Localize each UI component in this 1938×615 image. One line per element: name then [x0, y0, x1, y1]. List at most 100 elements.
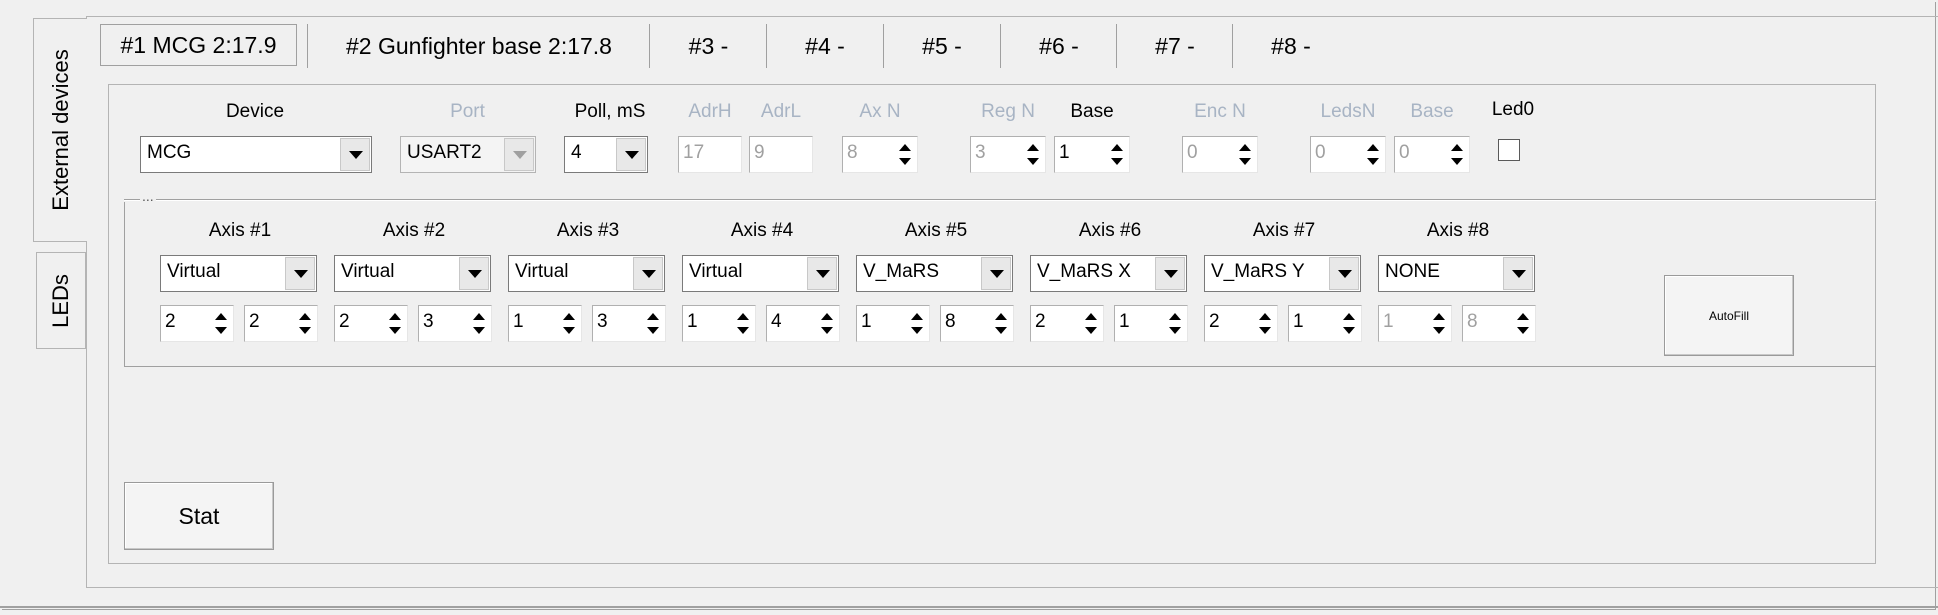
port-select[interactable]: USART2 [400, 136, 536, 173]
spinner-arrows-icon[interactable] [296, 310, 314, 338]
spinner-arrows-icon[interactable] [470, 310, 488, 338]
axis-param-b-spinner[interactable]: 1 [1114, 305, 1188, 342]
spinner-arrows-icon[interactable] [560, 310, 578, 338]
axis-source-select[interactable]: V_MaRS X [1030, 255, 1187, 292]
chevron-down-icon[interactable] [285, 257, 315, 290]
spinner-arrows-icon[interactable] [1364, 141, 1382, 169]
axis-param-a-value: 2 [165, 311, 176, 332]
led0-checkbox[interactable] [1498, 139, 1520, 161]
spinner-arrows-icon[interactable] [1448, 141, 1466, 169]
device-select-value: MCG [147, 142, 192, 163]
axis-param-b-spinner[interactable]: 8 [940, 305, 1014, 342]
axis-source-value: V_MaRS Y [1211, 261, 1305, 282]
tab-device-5[interactable]: #5 - [884, 24, 1000, 68]
axis-param-a-spinner[interactable]: 1 [508, 305, 582, 342]
tab-leds[interactable]: LEDs [36, 252, 86, 349]
spinner-arrows-icon[interactable] [212, 310, 230, 338]
axis-param-a-spinner[interactable]: 1 [682, 305, 756, 342]
tab-device-3[interactable]: #3 - [651, 24, 766, 68]
axis-source-select[interactable]: Virtual [160, 255, 317, 292]
axis-param-b-spinner[interactable]: 8 [1462, 305, 1536, 342]
chevron-down-icon[interactable] [504, 138, 534, 171]
tab-device-6[interactable]: #6 - [1001, 24, 1117, 68]
axis-column-4: Axis #4 Virtual 1 4 [682, 220, 842, 350]
chevron-down-icon[interactable] [807, 257, 837, 290]
axis-label: Axis #8 [1426, 220, 1490, 241]
regn-label: Reg N [981, 101, 1035, 122]
spinner-arrows-icon[interactable] [386, 310, 404, 338]
adrh-field[interactable]: 17 [678, 136, 742, 173]
axis-param-b-spinner[interactable]: 2 [244, 305, 318, 342]
poll-select[interactable]: 4 [564, 136, 648, 173]
stat-button[interactable]: Stat [124, 482, 274, 550]
base2-value: 0 [1399, 142, 1410, 163]
axis-param-a-spinner[interactable]: 2 [160, 305, 234, 342]
axis-param-b-spinner[interactable]: 4 [766, 305, 840, 342]
spinner-arrows-icon[interactable] [1024, 141, 1042, 169]
axis-param-a-value: 2 [339, 311, 350, 332]
autofill-button[interactable]: AutoFill [1664, 275, 1794, 356]
chevron-down-icon[interactable] [1155, 257, 1185, 290]
axis-source-select[interactable]: Virtual [682, 255, 839, 292]
chevron-down-icon[interactable] [1503, 257, 1533, 290]
poll-label: Poll, mS [574, 101, 646, 122]
ledsn-spinner[interactable]: 0 [1310, 136, 1386, 173]
axis-param-a-spinner[interactable]: 2 [1030, 305, 1104, 342]
axis-source-select[interactable]: NONE [1378, 255, 1535, 292]
device-select[interactable]: MCG [140, 136, 372, 173]
chevron-down-icon[interactable] [459, 257, 489, 290]
chevron-down-icon[interactable] [1329, 257, 1359, 290]
tab-device-8[interactable]: #8 - [1233, 24, 1349, 68]
axis-param-a-spinner[interactable]: 2 [334, 305, 408, 342]
spinner-arrows-icon[interactable] [1108, 141, 1126, 169]
spinner-arrows-icon[interactable] [818, 310, 836, 338]
axis-source-select[interactable]: V_MaRS Y [1204, 255, 1361, 292]
tab-device-1[interactable]: #1 MCG 2:17.9 [100, 24, 297, 66]
spinner-arrows-icon[interactable] [1236, 141, 1254, 169]
axis-param-a-value: 2 [1209, 311, 1220, 332]
spinner-arrows-icon[interactable] [1340, 310, 1358, 338]
axis-param-a-value: 2 [1035, 311, 1046, 332]
tab-external-devices[interactable]: External devices [33, 18, 87, 242]
axis-param-a-value: 1 [1383, 311, 1394, 332]
spinner-arrows-icon[interactable] [992, 310, 1010, 338]
spinner-arrows-icon[interactable] [1166, 310, 1184, 338]
axis-param-b-spinner[interactable]: 3 [592, 305, 666, 342]
base2-spinner[interactable]: 0 [1394, 136, 1470, 173]
axis-source-select[interactable]: Virtual [334, 255, 491, 292]
axis-param-a-spinner[interactable]: 2 [1204, 305, 1278, 342]
spinner-arrows-icon[interactable] [908, 310, 926, 338]
axis-source-select[interactable]: Virtual [508, 255, 665, 292]
axis-param-a-spinner[interactable]: 1 [856, 305, 930, 342]
tab-device-4[interactable]: #4 - [767, 24, 883, 68]
tab-external-devices-label: External devices [47, 49, 73, 211]
axn-spinner[interactable]: 8 [842, 136, 918, 173]
axis-label: Axis #2 [382, 220, 446, 241]
tab-device-2[interactable]: #2 Gunfighter base 2:17.8 [310, 24, 648, 68]
chevron-down-icon[interactable] [340, 138, 370, 171]
axis-column-5: Axis #5 V_MaRS 1 8 [856, 220, 1016, 350]
spinner-arrows-icon[interactable] [1256, 310, 1274, 338]
spinner-arrows-icon[interactable] [896, 141, 914, 169]
axis-source-select[interactable]: V_MaRS [856, 255, 1013, 292]
axis-param-b-spinner[interactable]: 3 [418, 305, 492, 342]
led0-label: Led0 [1491, 99, 1535, 120]
base-spinner[interactable]: 1 [1054, 136, 1130, 173]
axis-param-a-spinner[interactable]: 1 [1378, 305, 1452, 342]
adrh-label: AdrH [688, 101, 732, 122]
axis-param-b-spinner[interactable]: 1 [1288, 305, 1362, 342]
encn-spinner[interactable]: 0 [1182, 136, 1258, 173]
chevron-down-icon[interactable] [633, 257, 663, 290]
axis-source-value: V_MaRS [863, 261, 940, 282]
adrl-field[interactable]: 9 [749, 136, 813, 173]
spinner-arrows-icon[interactable] [1514, 310, 1532, 338]
tab-device-7[interactable]: #7 - [1117, 24, 1233, 68]
tab-device-7-label: #7 - [1155, 32, 1195, 59]
spinner-arrows-icon[interactable] [1082, 310, 1100, 338]
spinner-arrows-icon[interactable] [1430, 310, 1448, 338]
chevron-down-icon[interactable] [616, 138, 646, 171]
chevron-down-icon[interactable] [981, 257, 1011, 290]
spinner-arrows-icon[interactable] [644, 310, 662, 338]
regn-spinner[interactable]: 3 [970, 136, 1046, 173]
spinner-arrows-icon[interactable] [734, 310, 752, 338]
